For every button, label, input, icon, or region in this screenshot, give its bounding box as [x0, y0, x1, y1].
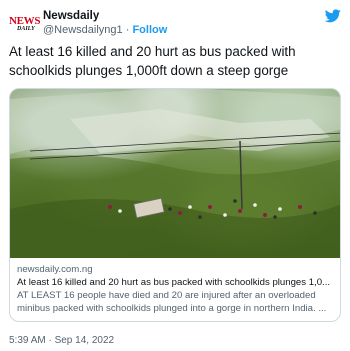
author-names: Newsdaily @Newsdailyng1 · Follow — [43, 9, 167, 37]
card-description: AT LEAST 16 people have died and 20 are … — [17, 290, 327, 314]
tweet-embed: NEWS DAILY Newsdaily @Newsdailyng1 · Fol… — [0, 0, 350, 351]
follow-link[interactable]: Follow — [132, 24, 167, 36]
link-card[interactable]: newsdaily.com.ng At least 16 killed and … — [9, 88, 341, 322]
card-body: newsdaily.com.ng At least 16 killed and … — [17, 264, 333, 315]
handle[interactable]: @Newsdailyng1 — [43, 24, 123, 36]
tweet-timestamp[interactable]: 5:39 AM · Sep 14, 2022 — [9, 335, 114, 347]
twitter-bird-icon[interactable] — [325, 9, 341, 23]
tweet-header: NEWS DAILY Newsdaily @Newsdailyng1 · Fol… — [9, 9, 341, 39]
avatar[interactable]: NEWS DAILY — [9, 9, 41, 39]
card-image[interactable] — [10, 89, 340, 258]
logo-daily-text: DAILY — [17, 25, 35, 32]
handle-row: @Newsdailyng1 · Follow — [43, 23, 167, 37]
separator: · — [125, 24, 130, 36]
display-name[interactable]: Newsdaily — [43, 9, 167, 23]
card-domain: newsdaily.com.ng — [17, 264, 93, 275]
gorge-scene — [10, 89, 340, 258]
logo-news-text: NEWS — [9, 14, 41, 27]
tweet-text: At least 16 killed and 20 hurt as bus pa… — [9, 44, 296, 78]
card-title[interactable]: At least 16 killed and 20 hurt as bus pa… — [17, 276, 333, 289]
